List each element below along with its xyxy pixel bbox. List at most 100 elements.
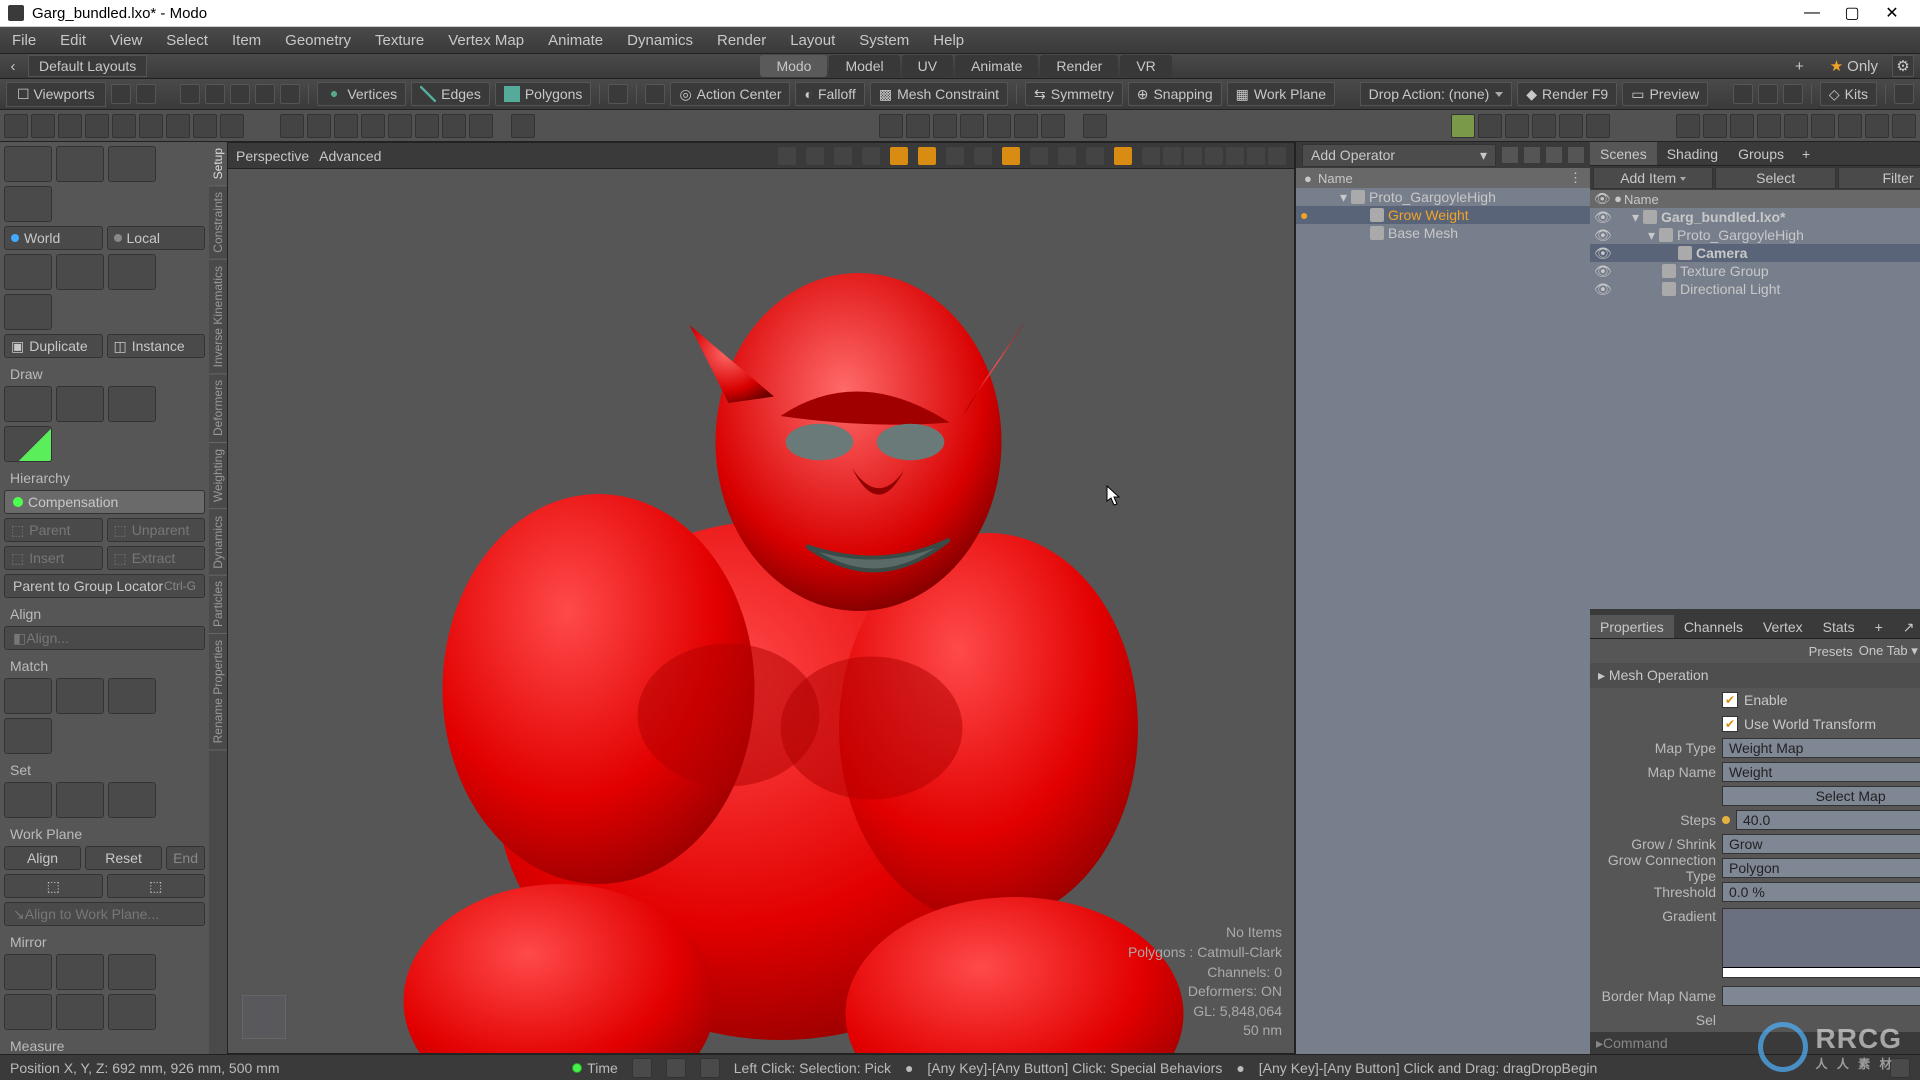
wp2-button[interactable]: ⬚ (107, 874, 206, 898)
filter-button[interactable]: Filter (1838, 167, 1920, 189)
local-button[interactable]: Local (107, 226, 206, 250)
scene-row[interactable]: 👁Camera (1590, 244, 1920, 262)
istrip-m3-icon[interactable] (933, 114, 957, 138)
status-end-icon[interactable] (1890, 1058, 1910, 1078)
vp-opt4-icon[interactable] (862, 147, 880, 165)
joint-button[interactable] (108, 254, 156, 290)
unparent-button[interactable]: ⬚ Unparent (107, 518, 206, 542)
meshops-btn3-icon[interactable] (1546, 147, 1562, 163)
vp-opt12-icon[interactable] (1086, 147, 1104, 165)
mirror2-button[interactable] (56, 954, 104, 990)
mirror3-button[interactable] (108, 954, 156, 990)
istrip-ra5-icon[interactable] (1559, 114, 1583, 138)
mirror6-button[interactable] (108, 994, 156, 1030)
vp-opt6-icon[interactable] (918, 147, 936, 165)
istrip-m7-icon[interactable] (1041, 114, 1065, 138)
parent-to-group-button[interactable]: Parent to Group LocatorCtrl-G (4, 574, 205, 598)
render-button[interactable]: ◆ Render F9 (1517, 82, 1617, 106)
menu-select[interactable]: Select (154, 27, 220, 53)
viewports-layout-icon[interactable] (111, 84, 131, 104)
draw4-button[interactable] (4, 426, 52, 462)
presets-label[interactable]: Presets (1809, 644, 1853, 659)
left-vtab-inverse-kinematics[interactable]: Inverse Kinematics (209, 260, 227, 374)
draw1-button[interactable] (4, 386, 52, 422)
prop-tab-action0[interactable]: + (1865, 615, 1893, 638)
window-maximize[interactable]: ▢ (1832, 0, 1872, 27)
scene-tab-shading[interactable]: Shading (1657, 142, 1728, 165)
match2-button[interactable] (56, 678, 104, 714)
match3-button[interactable] (108, 678, 156, 714)
istrip-c7-icon[interactable] (442, 114, 466, 138)
scene-row[interactable]: 👁▾Garg_bundled.lxo* (1590, 208, 1920, 226)
istrip-m5-icon[interactable] (987, 114, 1011, 138)
scene-row[interactable]: 👁Directional Light (1590, 280, 1920, 298)
select-button[interactable]: Select (1715, 167, 1835, 189)
connection-type-field[interactable]: Polygon (1722, 858, 1920, 878)
istrip-rb4-icon[interactable] (1757, 114, 1781, 138)
istrip-c9-icon[interactable] (511, 114, 535, 138)
set2-button[interactable] (56, 782, 104, 818)
scene-row[interactable]: 👁▾Proto_GargoyleHigh (1590, 226, 1920, 244)
match4-button[interactable] (4, 718, 52, 754)
menu-help[interactable]: Help (921, 27, 976, 53)
draw3-button[interactable] (108, 386, 156, 422)
istrip-rb9-icon[interactable] (1892, 114, 1916, 138)
istrip-ra3-icon[interactable] (1505, 114, 1529, 138)
rtool3-icon[interactable] (1783, 84, 1803, 104)
meshops-tree[interactable]: ▾Proto_GargoyleHigh●Grow WeightBase Mesh (1296, 188, 1590, 1054)
vp-nav6-icon[interactable] (1247, 147, 1265, 165)
action-center-button[interactable]: ◎ Action Center (670, 82, 790, 106)
border-map-field[interactable] (1722, 986, 1920, 1006)
parent-button[interactable]: ⬚ Parent (4, 518, 103, 542)
istrip-l5-icon[interactable] (112, 114, 136, 138)
steps-field[interactable]: 40.0 (1736, 810, 1920, 830)
viewport-3d[interactable]: No Items Polygons : Catmull-Clark Channe… (228, 169, 1294, 1053)
menu-item[interactable]: Item (220, 27, 273, 53)
istrip-ra1-icon[interactable] (1451, 114, 1475, 138)
gradient-editor[interactable] (1722, 908, 1920, 978)
istrip-m4-icon[interactable] (960, 114, 984, 138)
istrip-m2-icon[interactable] (906, 114, 930, 138)
transform-universal-button[interactable] (4, 186, 52, 222)
reset-wp-button[interactable]: Reset (85, 846, 162, 870)
menu-system[interactable]: System (847, 27, 921, 53)
vp-nav2-icon[interactable] (1163, 147, 1181, 165)
prop-tab-action1[interactable]: ↗ (1893, 615, 1920, 638)
meshops-row[interactable]: ▾Proto_GargoyleHigh (1296, 188, 1590, 206)
istrip-rb6-icon[interactable] (1811, 114, 1835, 138)
threshold-field[interactable]: 0.0 % (1722, 882, 1920, 902)
snapping-button[interactable]: ⊕ Snapping (1128, 82, 1222, 106)
kits-button[interactable]: ◇ Kits (1820, 82, 1877, 106)
layout-dropdown[interactable]: Default Layouts (28, 55, 147, 77)
menu-edit[interactable]: Edit (48, 27, 98, 53)
left-vtab-weighting[interactable]: Weighting (209, 443, 227, 509)
istrip-c5-icon[interactable] (388, 114, 412, 138)
set1-button[interactable] (4, 782, 52, 818)
vp-opt2-icon[interactable] (806, 147, 824, 165)
vp-opt10-icon[interactable] (1030, 147, 1048, 165)
istrip-rb3-icon[interactable] (1730, 114, 1754, 138)
shading-mode-dropdown[interactable]: Advanced (319, 148, 381, 164)
menu-texture[interactable]: Texture (363, 27, 436, 53)
rtool4-icon[interactable] (1894, 84, 1914, 104)
vertices-button[interactable]: Vertices (317, 82, 406, 106)
enable-checkbox[interactable] (1722, 692, 1738, 708)
instance-button[interactable]: ◫ Instance (107, 334, 206, 358)
istrip-c2-icon[interactable] (307, 114, 331, 138)
istrip-m1-icon[interactable] (879, 114, 903, 138)
istrip-l3-icon[interactable] (58, 114, 82, 138)
left-vtab-particles[interactable]: Particles (209, 575, 227, 634)
istrip-l1-icon[interactable] (4, 114, 28, 138)
scene-row[interactable]: 👁Texture Group (1590, 262, 1920, 280)
add-operator-dropdown[interactable]: Add Operator▾ (1302, 144, 1496, 167)
istrip-l9-icon[interactable] (220, 114, 244, 138)
viewports-layout2-icon[interactable] (136, 84, 156, 104)
transform-scale-button[interactable] (108, 146, 156, 182)
view-mode-dropdown[interactable]: Perspective (236, 148, 309, 164)
vp-nav5-icon[interactable] (1226, 147, 1244, 165)
work-plane-button[interactable]: ▦ Work Plane (1227, 82, 1335, 106)
sel-mode3-icon[interactable] (230, 84, 250, 104)
vp-opt5-icon[interactable] (890, 147, 908, 165)
menu-geometry[interactable]: Geometry (273, 27, 363, 53)
layout-tab-model[interactable]: Model (829, 55, 899, 77)
